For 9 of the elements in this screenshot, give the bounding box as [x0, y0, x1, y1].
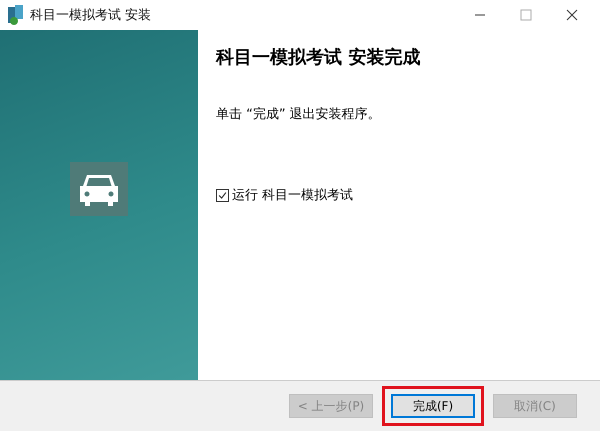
- close-icon[interactable]: [566, 9, 578, 21]
- finish-button[interactable]: 完成(F): [391, 394, 475, 418]
- window-title: 科目一模拟考试 安装: [30, 7, 152, 24]
- run-checkbox[interactable]: [216, 188, 229, 202]
- installer-icon: [6, 4, 26, 26]
- message: 单击 “完成” 退出安装程序。: [216, 106, 382, 123]
- car-icon: [70, 162, 128, 216]
- heading: 科目一模拟考试 安装完成: [216, 46, 422, 69]
- checkbox-label[interactable]: 运行 科目一模拟考试: [232, 186, 354, 204]
